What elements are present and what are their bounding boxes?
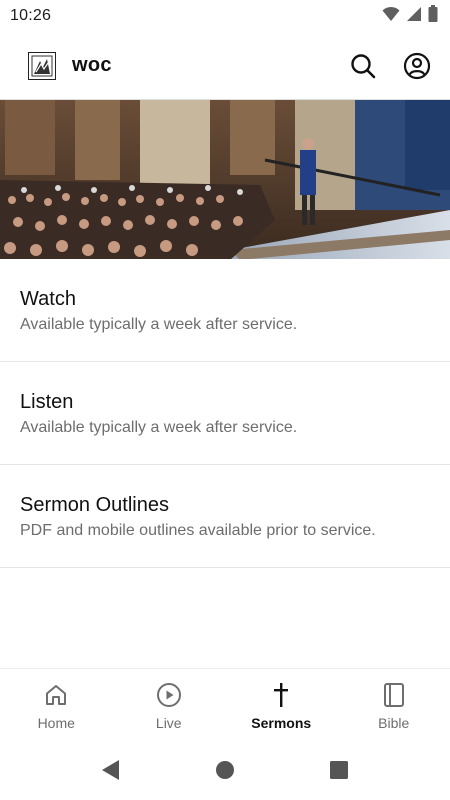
recents-icon[interactable] [327,758,351,782]
church-logo-icon[interactable] [28,51,56,80]
battery-icon [428,5,438,27]
wifi-icon [382,6,400,27]
back-icon[interactable] [99,758,123,782]
bottom-navigation: Home Live Sermons Bible [0,668,450,740]
nav-item-bible[interactable]: Bible [338,669,450,740]
status-bar: 10:26 [0,0,450,32]
app-actions [348,51,432,81]
cell-signal-icon [406,6,422,27]
status-time: 10:26 [10,7,52,24]
nav-label: Home [37,715,75,731]
nav-item-sermons[interactable]: Sermons [225,669,338,740]
menu-item-sermon-outlines[interactable]: Sermon Outlines PDF and mobile outlines … [0,465,450,568]
sermon-menu-list: Watch Available typically a week after s… [0,259,450,568]
menu-item-title: Listen [20,391,74,413]
hero-image [0,99,450,259]
app-title: woc [72,54,112,76]
menu-item-subtitle: PDF and mobile outlines available prior … [20,522,376,539]
nav-item-home[interactable]: Home [0,669,113,740]
cross-icon [270,681,292,709]
book-icon [383,681,405,709]
menu-item-listen[interactable]: Listen Available typically a week after … [0,362,450,465]
system-navigation-bar [0,740,450,800]
home-circle-icon[interactable] [213,758,237,782]
nav-label: Sermons [251,715,312,731]
status-icons [382,5,438,27]
home-icon [44,681,68,709]
nav-label: Live [155,715,182,731]
menu-item-subtitle: Available typically a week after service… [20,316,298,333]
play-circle-icon [156,681,182,709]
account-icon[interactable] [402,51,432,81]
menu-item-watch[interactable]: Watch Available typically a week after s… [0,259,450,362]
nav-label: Bible [378,715,410,731]
search-icon[interactable] [348,51,378,81]
menu-item-title: Watch [20,288,76,310]
menu-item-subtitle: Available typically a week after service… [20,419,298,436]
menu-item-title: Sermon Outlines [20,494,169,516]
nav-item-live[interactable]: Live [113,669,226,740]
app-bar: woc [0,32,450,99]
